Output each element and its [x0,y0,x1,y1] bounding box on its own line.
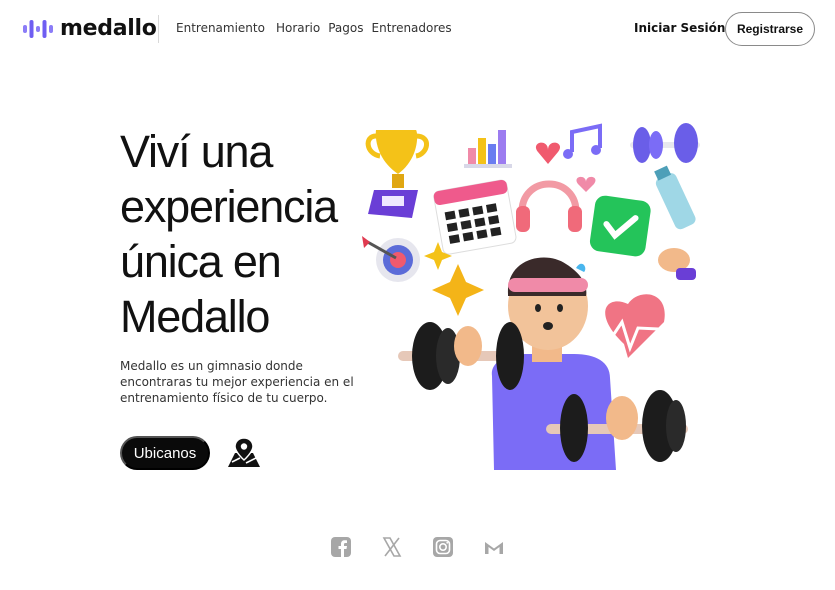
register-button[interactable]: Registrarse [725,12,815,46]
fitness-character-illustration [362,123,700,470]
clapping-hands-icon [658,248,696,280]
map-pin-icon[interactable] [226,436,262,470]
login-link[interactable]: Iniciar Sesión [634,21,725,35]
headphones-icon [516,180,582,232]
main-nav: Entrenamiento Horario Pagos Entrenadores [176,21,463,35]
locate-us-button[interactable]: Ubicanos [120,436,210,470]
sparkle-large-icon [432,264,484,316]
heart-small-icon [535,142,561,164]
bar-chart-icon [464,130,512,168]
nav-item-entrenamiento[interactable]: Entrenamiento [176,21,265,35]
nav-item-entrenadores[interactable]: Entrenadores [372,21,452,35]
trophy-icon [365,130,429,218]
hero-description: Medallo es un gimnasio donde encontraras… [120,359,354,405]
calendar-icon [433,179,517,255]
brand-logo[interactable]: medallo [22,16,157,41]
nav-item-horario[interactable]: Horario [276,21,320,35]
header-divider [158,15,159,43]
facebook-icon[interactable] [330,536,352,558]
brand-name: medallo [60,16,157,41]
hero-title: Viví una experiencia única en Medallo [120,126,338,342]
site-header: medallo Entrenamiento Horario Pagos Entr… [0,0,835,58]
dumbbell-icon [630,123,700,163]
nav-item-pagos[interactable]: Pagos [328,21,363,35]
instagram-icon[interactable] [432,536,454,558]
gmail-icon[interactable] [483,536,505,558]
x-icon[interactable] [381,536,403,558]
equalizer-bars-icon [23,19,53,38]
heart-pulse-icon [594,294,681,358]
target-icon [362,236,420,282]
water-bottle-icon [654,165,696,230]
check-icon [589,195,651,257]
social-links [330,536,534,558]
